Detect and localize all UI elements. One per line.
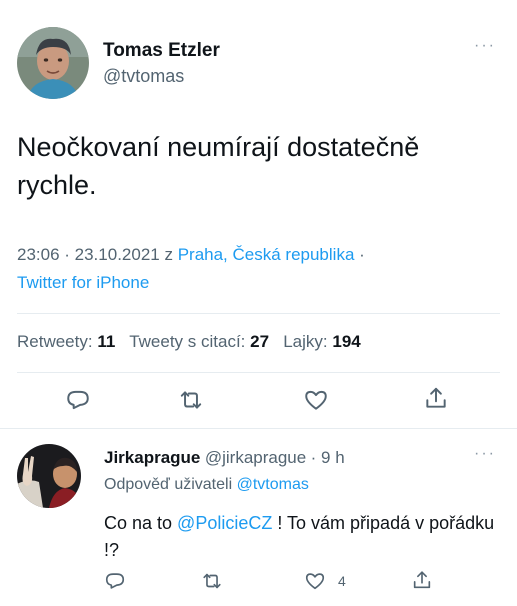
avatar-photo [17, 27, 89, 99]
share-icon [413, 571, 431, 589]
author-name[interactable]: Tomas Etzler [103, 40, 220, 62]
like-button[interactable] [298, 382, 334, 418]
reply-share-button[interactable] [407, 565, 437, 595]
retweet-icon [203, 573, 221, 589]
reply-author-name[interactable]: Jirkaprague [104, 448, 200, 467]
likes-label: Lajky: [283, 332, 328, 351]
retweets-count: 11 [97, 332, 116, 351]
tweet-timestamp[interactable]: 23:06 · 23.10.2021 z [17, 245, 178, 264]
reply-icon [105, 573, 125, 589]
likes-stat[interactable]: Lajky: 194 [283, 332, 361, 351]
author-handle[interactable]: @tvtomas [103, 66, 184, 87]
retweets-stat[interactable]: Retweety: 11 [17, 332, 115, 351]
more-options-icon[interactable]: ··· [474, 37, 496, 55]
reply-header: Jirkaprague @jirkaprague · 9 h [104, 448, 345, 468]
share-button[interactable] [418, 380, 454, 416]
author-avatar[interactable] [17, 27, 89, 99]
reply-like-button[interactable] [300, 566, 330, 596]
reply-author-avatar[interactable] [17, 444, 81, 508]
tweet-meta: 23:06 · 23.10.2021 z Praha, Česká republ… [17, 241, 497, 297]
retweet-icon [180, 391, 202, 409]
likes-count: 194 [332, 332, 361, 351]
reply-button[interactable] [60, 382, 96, 418]
tweet-source-link[interactable]: Twitter for iPhone [17, 273, 149, 292]
divider [17, 313, 500, 314]
meta-separator: · [354, 245, 365, 264]
divider [17, 372, 500, 373]
reply-reply-button[interactable] [100, 566, 130, 596]
like-icon [305, 390, 327, 410]
replying-to: Odpověď uživateli @tvtomas [104, 476, 309, 494]
reply-retweet-button[interactable] [197, 566, 227, 596]
tweet-text: Neočkovaní neumírají dostatečně rychle. [17, 132, 420, 200]
reply-icon [67, 390, 89, 410]
retweet-button[interactable] [173, 382, 209, 418]
quotes-count: 27 [250, 332, 270, 351]
reply-text: Co na to @PolicieCZ ! To vám připadá v p… [104, 510, 504, 564]
replying-to-label: Odpověď uživateli [104, 476, 233, 493]
avatar-photo [17, 444, 81, 508]
quotes-stat[interactable]: Tweety s citací: 27 [129, 332, 269, 351]
quotes-label: Tweety s citací: [129, 332, 246, 351]
like-icon [305, 573, 325, 590]
tweet-stats: Retweety: 11 Tweety s citací: 27 Lajky: … [17, 332, 361, 352]
retweets-label: Retweety: [17, 332, 93, 351]
reply-mention-link[interactable]: @PolicieCZ [177, 513, 272, 533]
share-icon [426, 387, 446, 408]
reply-author-handle[interactable]: @jirkaprague [205, 448, 306, 467]
reply-timestamp[interactable]: · 9 h [311, 448, 345, 467]
reply-more-options-icon[interactable]: ··· [474, 445, 496, 463]
reply-like-count: 4 [338, 573, 346, 589]
replying-to-handle[interactable]: @tvtomas [237, 476, 309, 493]
divider [0, 428, 517, 429]
reply-text-before: Co na to [104, 513, 178, 533]
tweet-location-link[interactable]: Praha, Česká republika [178, 245, 355, 264]
